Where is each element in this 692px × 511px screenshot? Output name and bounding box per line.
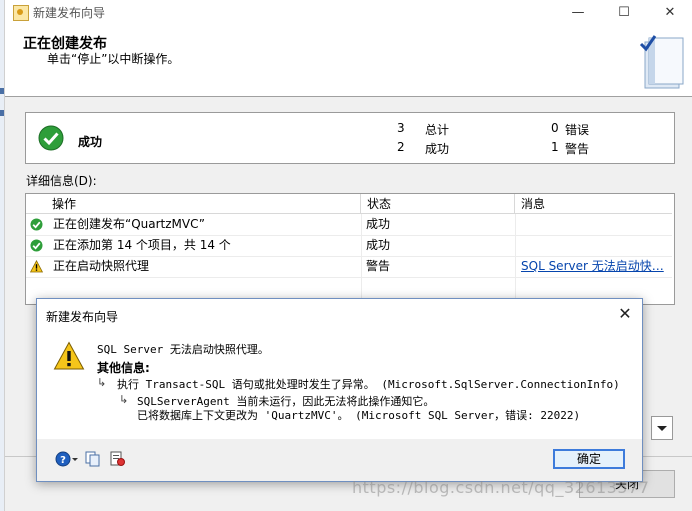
status-label: 成功 bbox=[78, 135, 103, 149]
table-row[interactable]: 正在创建发布“QuartzMVC” 成功 bbox=[26, 214, 672, 236]
success-check-icon bbox=[38, 125, 64, 151]
info-line-3: 已将数据库上下文更改为 'QuartzMVC'。 (Microsoft SQL … bbox=[137, 409, 581, 422]
window-title: 新建发布向导 bbox=[33, 6, 106, 20]
success-count: 2 bbox=[397, 140, 405, 154]
info-arrow-icon: ↳ bbox=[97, 376, 107, 389]
column-header-status[interactable]: 状态 bbox=[361, 194, 515, 214]
info-line-1: 执行 Transact-SQL 语句或批处理时发生了异常。 (Microsoft… bbox=[117, 378, 620, 391]
total-count: 3 bbox=[397, 121, 405, 135]
technical-details-icon[interactable] bbox=[109, 451, 125, 467]
report-dropdown[interactable] bbox=[651, 416, 673, 440]
error-count: 0 bbox=[551, 121, 559, 135]
minimize-button[interactable]: — bbox=[555, 0, 601, 24]
row-status: 成功 bbox=[366, 217, 391, 231]
page-subtitle: 单击“停止”以中断操作。 bbox=[47, 52, 180, 66]
status-summary: 成功 3 总计 2 成功 0 错误 1 警告 bbox=[25, 112, 675, 164]
details-label: 详细信息(D): bbox=[26, 174, 97, 188]
help-icon[interactable]: ? bbox=[55, 451, 79, 467]
error-label: 错误 bbox=[565, 123, 590, 137]
wizard-app-icon bbox=[13, 5, 29, 21]
table-row[interactable]: 正在添加第 14 个项目，共 14 个 成功 bbox=[26, 235, 672, 257]
window-titlebar: 新建发布向导 — ☐ ✕ bbox=[5, 0, 692, 24]
dialog-close-button[interactable]: ✕ bbox=[614, 303, 636, 325]
success-label: 成功 bbox=[425, 142, 450, 156]
warning-icon bbox=[30, 260, 43, 273]
dialog-message: SQL Server 无法启动快照代理。 bbox=[97, 343, 269, 356]
table-row[interactable]: 正在启动快照代理 警告 SQL Server 无法启动快… bbox=[26, 256, 672, 278]
copy-icon[interactable] bbox=[85, 451, 101, 467]
dialog-title: 新建发布向导 bbox=[46, 310, 119, 324]
success-icon bbox=[30, 239, 43, 252]
details-table[interactable]: 操作 状态 消息 正在创建发布“QuartzMVC” 成功 正在添加第 14 个… bbox=[25, 193, 675, 305]
chevron-down-icon bbox=[657, 426, 667, 431]
info-arrow-icon: ↳ bbox=[119, 393, 129, 406]
dialog-titlebar: 新建发布向导 ✕ bbox=[37, 299, 642, 329]
row-message bbox=[521, 214, 669, 235]
row-status: 警告 bbox=[366, 259, 391, 273]
row-message-link[interactable]: SQL Server 无法启动快… bbox=[521, 256, 669, 277]
row-action: 正在启动快照代理 bbox=[53, 259, 150, 273]
ok-button[interactable]: 确定 bbox=[553, 449, 625, 469]
warning-count: 1 bbox=[551, 140, 559, 154]
watermark: https://blog.csdn.net/qq_32613577 bbox=[352, 478, 650, 497]
row-status: 成功 bbox=[366, 238, 391, 252]
additional-info-title: 其他信息: bbox=[97, 361, 150, 375]
row-action: 正在添加第 14 个项目，共 14 个 bbox=[53, 238, 231, 252]
maximize-button[interactable]: ☐ bbox=[601, 0, 647, 24]
column-header-message[interactable]: 消息 bbox=[515, 194, 672, 214]
dialog-body: SQL Server 无法启动快照代理。 其他信息: ↳ 执行 Transact… bbox=[37, 329, 642, 439]
window-close-button[interactable]: ✕ bbox=[647, 0, 692, 24]
success-icon bbox=[30, 218, 43, 231]
column-header-action[interactable]: 操作 bbox=[26, 194, 361, 214]
warning-icon bbox=[53, 341, 85, 370]
warning-label: 警告 bbox=[565, 142, 590, 156]
svg-text:?: ? bbox=[60, 455, 66, 466]
wizard-header: 正在创建发布 单击“停止”以中断操作。 bbox=[5, 24, 692, 97]
book-check-icon bbox=[639, 35, 684, 89]
row-message bbox=[521, 235, 669, 256]
dialog-footer: ? 确定 bbox=[37, 439, 642, 481]
total-label: 总计 bbox=[425, 123, 450, 137]
error-dialog: 新建发布向导 ✕ SQL Server 无法启动快照代理。 其他信息: ↳ 执行… bbox=[36, 298, 643, 482]
row-action: 正在创建发布“QuartzMVC” bbox=[53, 217, 205, 231]
